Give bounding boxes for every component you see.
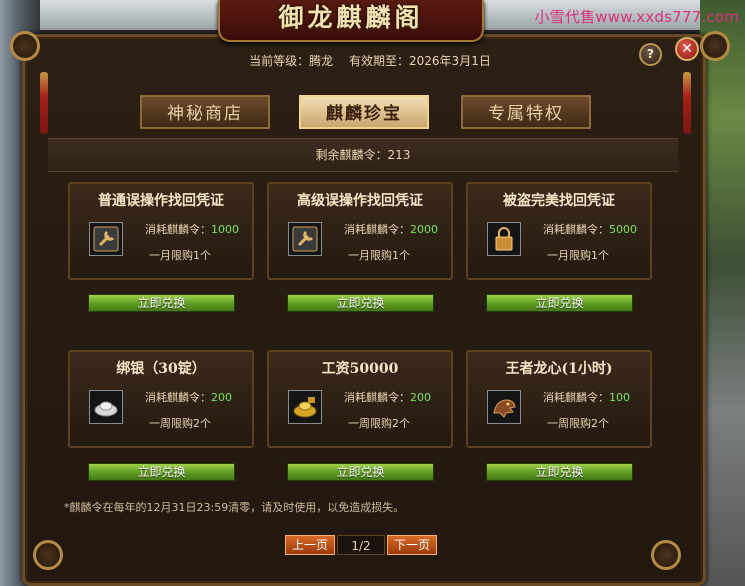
wrench-icon [89, 222, 123, 256]
window-title: 御龙麒麟阁 [278, 3, 424, 32]
item-title: 被盗完美找回凭证 [503, 193, 615, 209]
tab-label: 神秘商店 [167, 104, 243, 124]
corner-ornament [33, 540, 63, 570]
item-limit: 一月限购1个 [348, 249, 410, 262]
redeem-button[interactable]: 立即兑换 [486, 463, 633, 481]
remaining-tokens: 剩余麒麟令：213 [48, 138, 678, 172]
reset-notice: *麒麟令在每年的12月31日23:59清零，请及时使用，以免造成损失。 [64, 501, 405, 514]
item-card: 工资50000 消耗麒麟令：200 一周限购2个 [267, 350, 453, 448]
redeem-button[interactable]: 立即兑换 [287, 294, 434, 312]
item-card: 被盗完美找回凭证 消耗麒麟令：5000 一月限购1个 [466, 182, 652, 280]
item-cost: 消耗麒麟令：200 [145, 391, 232, 404]
page-indicator: 1/2 [337, 535, 385, 555]
next-page-button[interactable]: 下一页 [387, 535, 437, 555]
dragon-head-icon [487, 390, 521, 424]
tassel-ornament [40, 72, 48, 134]
item-cost: 消耗麒麟令：2000 [344, 223, 438, 236]
redeem-button[interactable]: 立即兑换 [486, 294, 633, 312]
redeem-button[interactable]: 立即兑换 [88, 294, 235, 312]
item-cost: 消耗麒麟令：200 [344, 391, 431, 404]
item-limit: 一周限购2个 [149, 417, 211, 430]
item-cost: 消耗麒麟令：1000 [145, 223, 239, 236]
item-limit: 一月限购1个 [547, 249, 609, 262]
current-level: 当前等级：腾龙 [249, 54, 334, 68]
silver-ingot-icon [89, 390, 123, 424]
item-card: 王者龙心(1小时) 消耗麒麟令：100 一周限购2个 [466, 350, 652, 448]
background-right [700, 0, 745, 586]
item-limit: 一周限购2个 [547, 417, 609, 430]
item-card: 普通误操作找回凭证 消耗麒麟令：1000 一月限购1个 [68, 182, 254, 280]
item-cost: 消耗麒麟令：100 [543, 391, 630, 404]
item-card: 绑银（30锭） 消耗麒麟令：200 一周限购2个 [68, 350, 254, 448]
item-title: 王者龙心(1小时) [505, 361, 613, 377]
item-title: 普通误操作找回凭证 [98, 193, 224, 209]
tab-mystery-shop[interactable]: 神秘商店 [140, 95, 270, 129]
lock-icon [487, 222, 521, 256]
gold-ingot-icon [288, 390, 322, 424]
item-limit: 一月限购1个 [149, 249, 211, 262]
corner-ornament [10, 31, 40, 61]
corner-ornament [700, 31, 730, 61]
redeem-button[interactable]: 立即兑换 [287, 463, 434, 481]
item-cost: 消耗麒麟令：5000 [543, 223, 637, 236]
item-card: 高级误操作找回凭证 消耗麒麟令：2000 一月限购1个 [267, 182, 453, 280]
prev-page-button[interactable]: 上一页 [285, 535, 335, 555]
corner-ornament [651, 540, 681, 570]
tab-label: 麒麟珍宝 [326, 104, 402, 124]
item-title: 高级误操作找回凭证 [297, 193, 423, 209]
watermark-text: 小雪代售www.xxds777.com [534, 8, 739, 26]
wrench-icon [288, 222, 322, 256]
expire-date: 有效期至：2026年3月1日 [349, 54, 491, 68]
redeem-button[interactable]: 立即兑换 [88, 463, 235, 481]
tab-exclusive-privilege[interactable]: 专属特权 [461, 95, 591, 129]
item-limit: 一周限购2个 [348, 417, 410, 430]
tab-label: 专属特权 [488, 104, 564, 124]
member-info-bar: 当前等级：腾龙 有效期至：2026年3月1日 [50, 52, 690, 69]
item-title: 绑银（30锭） [116, 361, 206, 377]
tassel-ornament [683, 72, 691, 134]
title-plate: 御龙麒麟阁 [218, 0, 484, 42]
item-title: 工资50000 [321, 361, 399, 377]
tab-qilin-treasure[interactable]: 麒麟珍宝 [299, 95, 429, 129]
